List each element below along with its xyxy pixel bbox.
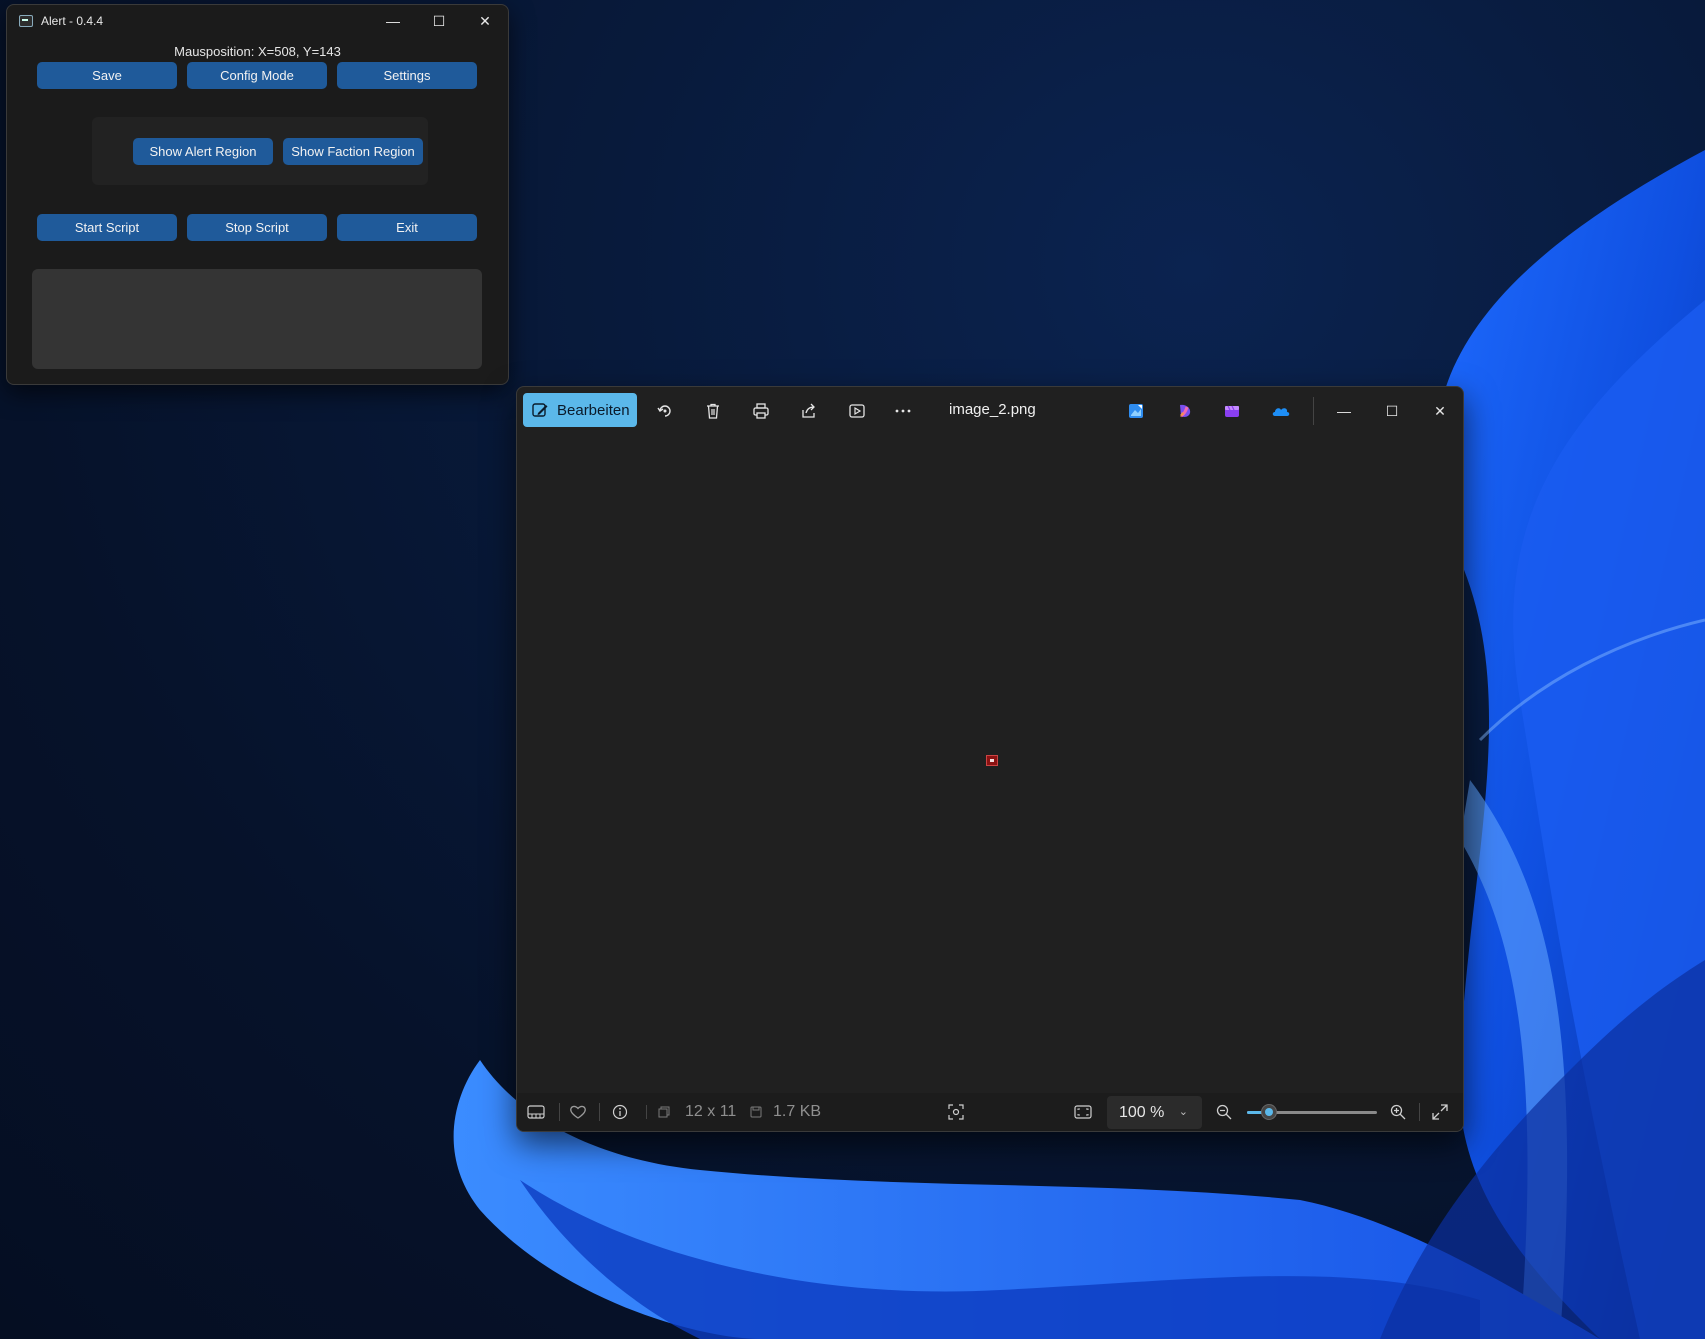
alert-titlebar[interactable]: Alert - 0.4.4 — ☐ ✕ <box>7 5 508 37</box>
filmstrip-icon[interactable] <box>527 1103 545 1121</box>
print-icon[interactable] <box>751 401 771 421</box>
stop-script-button[interactable]: Stop Script <box>187 214 327 241</box>
info-icon[interactable] <box>611 1103 629 1121</box>
minimize-button[interactable]: — <box>1332 399 1356 423</box>
delete-icon[interactable] <box>703 401 723 421</box>
zoom-in-icon[interactable] <box>1389 1103 1407 1121</box>
fit-to-window-icon[interactable] <box>1074 1103 1092 1121</box>
filesize-icon <box>749 1103 763 1121</box>
config-mode-button[interactable]: Config Mode <box>187 62 327 89</box>
rotate-icon[interactable] <box>655 401 675 421</box>
designer-icon[interactable] <box>1175 401 1195 421</box>
onedrive-icon[interactable] <box>1271 401 1291 421</box>
log-textbox[interactable] <box>32 269 482 369</box>
zoom-out-icon[interactable] <box>1215 1103 1233 1121</box>
share-icon[interactable] <box>799 401 819 421</box>
status-divider <box>559 1103 560 1121</box>
edit-image-icon[interactable] <box>1126 401 1146 421</box>
chevron-down-icon: ⌄ <box>1178 1106 1188 1118</box>
zoom-slider-thumb[interactable] <box>1261 1104 1277 1120</box>
photos-toolbar: Bearbeiten image_2.png — ☐ ✕ <box>517 387 1463 435</box>
displayed-image[interactable] <box>986 755 998 766</box>
app-icon <box>19 15 33 27</box>
window-title: Alert - 0.4.4 <box>41 14 104 28</box>
ocr-scan-icon[interactable] <box>947 1103 965 1121</box>
zoom-dropdown[interactable]: 100 % ⌄ <box>1107 1096 1202 1129</box>
file-size: 1.7 KB <box>773 1103 822 1120</box>
edit-label: Bearbeiten <box>557 401 630 419</box>
maximize-button[interactable]: ☐ <box>416 5 462 37</box>
zoom-value: 100 % <box>1119 1103 1165 1121</box>
status-divider <box>646 1105 647 1119</box>
edit-icon <box>532 403 548 417</box>
start-script-button[interactable]: Start Script <box>37 214 177 241</box>
photos-statusbar: 12 x 11 1.7 KB 100 % ⌄ <box>517 1093 1463 1131</box>
save-button[interactable]: Save <box>37 62 177 89</box>
mouse-position-label: Mausposition: X=508, Y=143 <box>174 44 341 59</box>
clipchamp-icon[interactable] <box>1222 401 1242 421</box>
slideshow-icon[interactable] <box>847 401 867 421</box>
exit-button[interactable]: Exit <box>337 214 477 241</box>
zoom-slider[interactable] <box>1247 1104 1377 1120</box>
dimensions-icon <box>657 1103 671 1121</box>
close-button[interactable]: ✕ <box>462 5 508 37</box>
show-faction-region-button[interactable]: Show Faction Region <box>283 138 423 165</box>
toolbar-divider <box>1313 397 1314 425</box>
alert-window: Alert - 0.4.4 — ☐ ✕ Mausposition: X=508,… <box>6 4 509 385</box>
photos-window: Bearbeiten image_2.png — ☐ ✕ 12 x 11 1.7… <box>516 386 1464 1132</box>
status-divider <box>1419 1103 1420 1121</box>
status-divider <box>599 1103 600 1121</box>
minimize-button[interactable]: — <box>370 5 416 37</box>
close-button[interactable]: ✕ <box>1428 399 1452 423</box>
maximize-button[interactable]: ☐ <box>1380 399 1404 423</box>
file-name: image_2.png <box>949 401 1036 418</box>
image-dimensions: 12 x 11 <box>685 1103 737 1120</box>
more-icon[interactable] <box>893 401 913 421</box>
fullscreen-icon[interactable] <box>1431 1103 1449 1121</box>
heart-icon[interactable] <box>569 1103 587 1121</box>
settings-button[interactable]: Settings <box>337 62 477 89</box>
show-alert-region-button[interactable]: Show Alert Region <box>133 138 273 165</box>
edit-button[interactable]: Bearbeiten <box>523 393 637 427</box>
